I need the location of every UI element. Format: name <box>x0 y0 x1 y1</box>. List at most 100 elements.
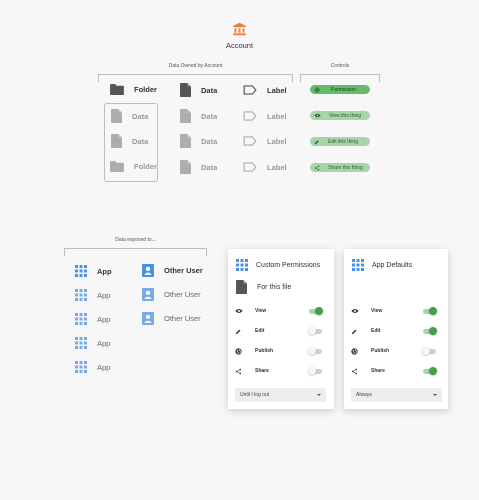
view-toggle[interactable] <box>423 307 437 315</box>
user-item[interactable]: Other User <box>142 282 203 306</box>
globe-icon <box>235 347 242 355</box>
header-label: Label <box>243 85 287 95</box>
globe-icon <box>351 347 358 355</box>
perm-row-edit: Edit <box>235 321 322 341</box>
exposed-heading: Data exposed to... <box>115 237 156 243</box>
app-grid-icon <box>352 259 364 271</box>
file-icon <box>236 280 247 294</box>
users-list: Other User Other User Other User <box>142 258 203 330</box>
publish-toggle[interactable] <box>422 347 436 355</box>
defaults-card-title: App Defaults <box>372 261 413 269</box>
perm-label: Share <box>371 368 385 374</box>
perm-row-view: View <box>351 301 437 321</box>
row3-col1-label: Folder <box>134 162 157 171</box>
custom-perm-rows: View Edit Publish Share <box>235 301 323 381</box>
row1-col3-label: Label <box>267 111 287 121</box>
file-icon <box>180 160 191 174</box>
custom-duration-dropdown[interactable]: Until I log out <box>235 388 326 402</box>
app-label: App <box>97 314 111 324</box>
perm-row-publish: Publish <box>235 341 322 361</box>
perm-row-edit: Edit <box>351 321 437 341</box>
apps-list: App App App App App <box>75 259 112 379</box>
folder-icon <box>110 161 124 172</box>
eye-icon <box>314 113 321 118</box>
defaults-duration-dropdown[interactable]: Always <box>351 388 442 402</box>
bank-icon <box>233 22 246 36</box>
view-pill[interactable]: View this thing <box>310 111 370 120</box>
file-icon <box>180 134 191 148</box>
app-grid-icon <box>75 265 87 277</box>
defaults-perm-rows: View Edit Publish Share <box>351 301 437 381</box>
file-icon <box>180 109 191 123</box>
gear-icon <box>314 87 320 92</box>
share-pill[interactable]: Share this thing <box>310 163 370 172</box>
share-toggle[interactable] <box>423 367 437 375</box>
share-icon <box>314 165 320 170</box>
share-toggle[interactable] <box>308 367 322 375</box>
label-icon <box>243 111 257 121</box>
user-badge-icon <box>142 311 154 325</box>
perm-label: Share <box>255 368 269 374</box>
label-icon <box>243 162 257 172</box>
app-item[interactable]: App <box>75 331 112 355</box>
file-icon <box>111 109 122 123</box>
row1-col1-label: Data <box>132 111 149 121</box>
user-label: Other User <box>164 313 201 323</box>
row1-col2-label: Data <box>201 111 218 121</box>
row2-col2: Data <box>180 134 217 148</box>
row1-col3: Label <box>243 111 287 121</box>
app-grid-icon <box>75 313 87 325</box>
controls-heading: Controls <box>330 63 350 69</box>
pencil-icon <box>314 139 319 144</box>
exposed-bracket <box>64 248 207 256</box>
perm-label: View <box>371 308 383 314</box>
custom-permissions-card: Custom Permissions For this file View Ed… <box>228 249 334 409</box>
app-item[interactable]: App <box>75 355 112 379</box>
user-item[interactable]: Other User <box>142 258 203 282</box>
app-label: App <box>97 290 111 300</box>
row3-col3: Label <box>243 162 287 172</box>
user-item[interactable]: Other User <box>142 306 203 330</box>
edit-toggle[interactable] <box>308 327 322 335</box>
app-grid-icon <box>75 337 87 349</box>
account-header: Account <box>0 22 479 50</box>
view-toggle[interactable] <box>309 307 323 315</box>
header-data-label: Data <box>201 85 218 95</box>
eye-icon <box>351 309 359 313</box>
perm-row-share: Share <box>235 361 322 381</box>
file-icon <box>180 83 191 97</box>
user-badge-icon <box>142 287 154 301</box>
eye-icon <box>235 309 243 313</box>
edit-toggle[interactable] <box>423 327 437 335</box>
account-label: Account <box>225 41 254 50</box>
permission-label: Permission <box>331 86 356 93</box>
label-icon <box>243 85 257 95</box>
perm-row-view: View <box>235 301 323 321</box>
share-icon <box>351 368 358 374</box>
header-label-label: Label <box>267 85 287 95</box>
share-label: Share this thing <box>328 164 363 171</box>
app-defaults-card: App Defaults View Edit Publish Share Alw… <box>344 249 448 409</box>
app-grid-icon <box>236 259 248 271</box>
dropdown-value: Until I log out <box>240 392 270 398</box>
row2-col3-label: Label <box>267 136 287 146</box>
user-label: Other User <box>164 265 203 275</box>
row2-col1: Data <box>111 134 148 148</box>
perm-label: View <box>255 308 267 314</box>
edit-pill[interactable]: Edit this thing <box>310 137 370 146</box>
app-item[interactable]: App <box>75 283 112 307</box>
user-badge-icon <box>142 263 154 277</box>
controls-bracket <box>300 74 380 82</box>
dropdown-value: Always <box>356 392 372 398</box>
permission-pill[interactable]: Permission <box>310 85 370 94</box>
app-item[interactable]: App <box>75 307 112 331</box>
view-label: View this thing <box>329 112 362 119</box>
dropdown-arrow-icon <box>317 394 321 396</box>
perm-label: Publish <box>371 348 390 354</box>
app-grid-icon <box>75 289 87 301</box>
app-item[interactable]: App <box>75 259 112 283</box>
perm-row-share: Share <box>351 361 437 381</box>
publish-toggle[interactable] <box>308 347 322 355</box>
row3-col2: Data <box>180 160 217 174</box>
row3-col1: Folder <box>110 161 157 172</box>
